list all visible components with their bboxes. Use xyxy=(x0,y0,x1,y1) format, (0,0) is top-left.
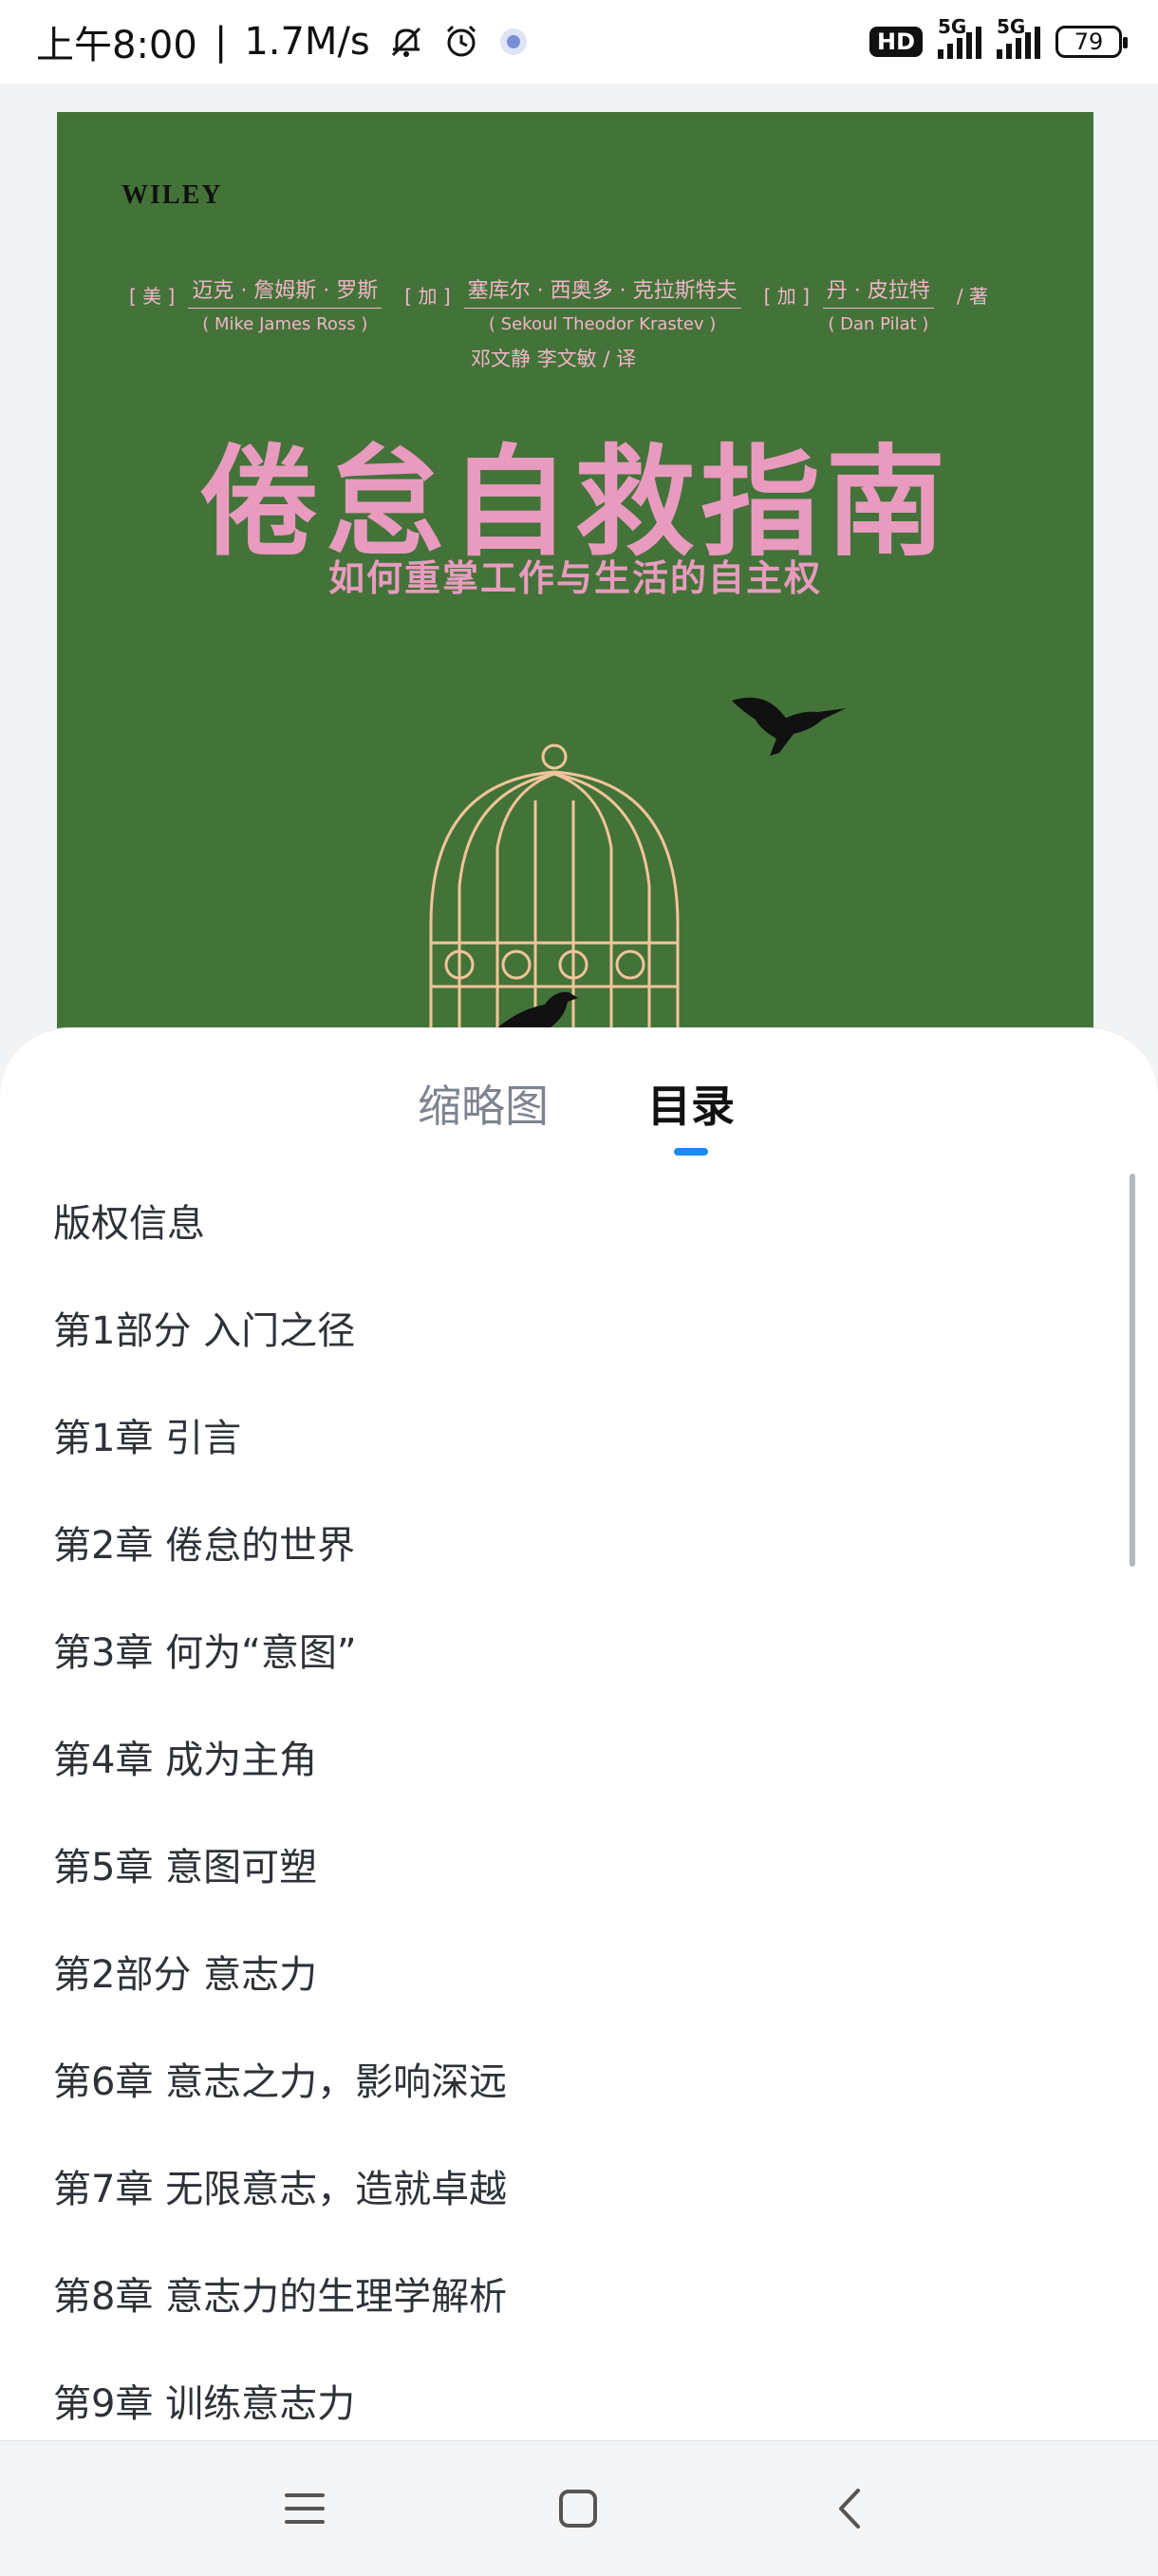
book-cover[interactable]: WILEY [ 美 ] 迈克 · 詹姆斯 · 罗斯 ( Mike James R… xyxy=(57,112,1093,1043)
author-nationality: [ 加 ] xyxy=(404,285,451,308)
author-nationality: [ 美 ] xyxy=(129,285,176,308)
toc-bottom-sheet: 缩略图 目录 版权信息 第1部分 入门之径 第1章 引言 第2章 倦怠的世界 第… xyxy=(0,1027,1158,2440)
battery-level: 79 xyxy=(1074,28,1104,55)
flying-bird-icon xyxy=(732,697,846,756)
hd-badge: HD xyxy=(868,27,923,57)
status-bar: 上午8:00 | 1.7M/s HD 5G 5G 79 xyxy=(0,0,1158,84)
toc-item[interactable]: 第2部分 意志力 xyxy=(0,1922,1158,2029)
home-icon[interactable] xyxy=(545,2475,611,2542)
toc-item[interactable]: 第1部分 入门之径 xyxy=(0,1278,1158,1385)
toc-item[interactable]: 第2章 倦怠的世界 xyxy=(0,1493,1158,1600)
author-name-cn: 迈克 · 詹姆斯 · 罗斯 xyxy=(188,273,383,309)
author: [ 加 ] 塞库尔 · 西奥多 · 克拉斯特夫 ( Sekoul Theodor… xyxy=(404,273,741,334)
signal-icon: 5G xyxy=(938,15,981,59)
alarm-icon xyxy=(442,23,480,61)
author-role: / 著 xyxy=(956,285,989,308)
birdcage-illustration xyxy=(429,743,680,1043)
author-name-en: ( Dan Pilat ) xyxy=(828,314,929,334)
book-subtitle: 如何重掌工作与生活的自主权 xyxy=(327,557,822,599)
toc-item[interactable]: 第9章 训练意志力 xyxy=(0,2351,1158,2441)
app-notification-icon xyxy=(497,26,530,58)
status-left: 上午8:00 | 1.7M/s xyxy=(36,14,530,69)
author-name-en: ( Sekoul Theodor Krastev ) xyxy=(488,314,717,334)
toc-item[interactable]: 第1章 引言 xyxy=(0,1385,1158,1493)
author-line: [ 美 ] 迈克 · 詹姆斯 · 罗斯 ( Mike James Ross ) … xyxy=(129,273,1078,334)
bell-off-icon xyxy=(387,23,425,61)
publisher-logo: WILEY xyxy=(121,180,223,210)
status-separator: | xyxy=(214,20,228,64)
status-speed: 1.7M/s xyxy=(244,20,370,64)
translators: 邓文静 李文敏 / 译 xyxy=(471,348,637,370)
status-time: 上午8:00 xyxy=(36,24,197,67)
toc-list[interactable]: 版权信息 第1部分 入门之径 第1章 引言 第2章 倦怠的世界 第3章 何为“意… xyxy=(0,1171,1158,2441)
toc-scrollbar[interactable] xyxy=(1130,1174,1135,1567)
author-nationality: [ 加 ] xyxy=(763,285,810,308)
back-icon[interactable] xyxy=(816,2475,883,2542)
network-type-1: 5G xyxy=(938,15,967,38)
toc-item[interactable]: 第8章 意志力的生理学解析 xyxy=(0,2244,1158,2351)
toc-item[interactable]: 第6章 意志之力，影响深远 xyxy=(0,2029,1158,2136)
author: [ 美 ] 迈克 · 詹姆斯 · 罗斯 ( Mike James Ross ) xyxy=(129,273,383,334)
network-type-2: 5G xyxy=(997,15,1026,38)
menu-icon[interactable] xyxy=(271,2475,338,2542)
author-name-cn: 塞库尔 · 西奥多 · 克拉斯特夫 xyxy=(463,273,741,309)
toc-item[interactable]: 第5章 意图可塑 xyxy=(0,1814,1158,1922)
author-name-cn: 丹 · 皮拉特 xyxy=(822,273,934,309)
battery-icon: 79 xyxy=(1055,26,1128,58)
toc-item[interactable]: 第4章 成为主角 xyxy=(0,1707,1158,1814)
author-name-en: ( Mike James Ross ) xyxy=(202,314,368,334)
author: [ 加 ] 丹 · 皮拉特 ( Dan Pilat ) xyxy=(764,273,934,334)
tab-thumbnails[interactable]: 缩略图 xyxy=(418,1072,549,1135)
tab-indicator xyxy=(674,1148,708,1156)
status-right: HD 5G 5G 79 xyxy=(868,15,1128,59)
toc-item[interactable]: 版权信息 xyxy=(0,1171,1158,1278)
tab-contents[interactable]: 目录 xyxy=(647,1072,735,1135)
signal-icon: 5G xyxy=(997,15,1040,59)
toc-item[interactable]: 第3章 何为“意图” xyxy=(0,1600,1158,1707)
sheet-tabs: 缩略图 目录 xyxy=(0,1028,1158,1161)
system-nav-bar xyxy=(0,2440,1158,2576)
toc-item[interactable]: 第7章 无限意志，造就卓越 xyxy=(0,2136,1158,2244)
